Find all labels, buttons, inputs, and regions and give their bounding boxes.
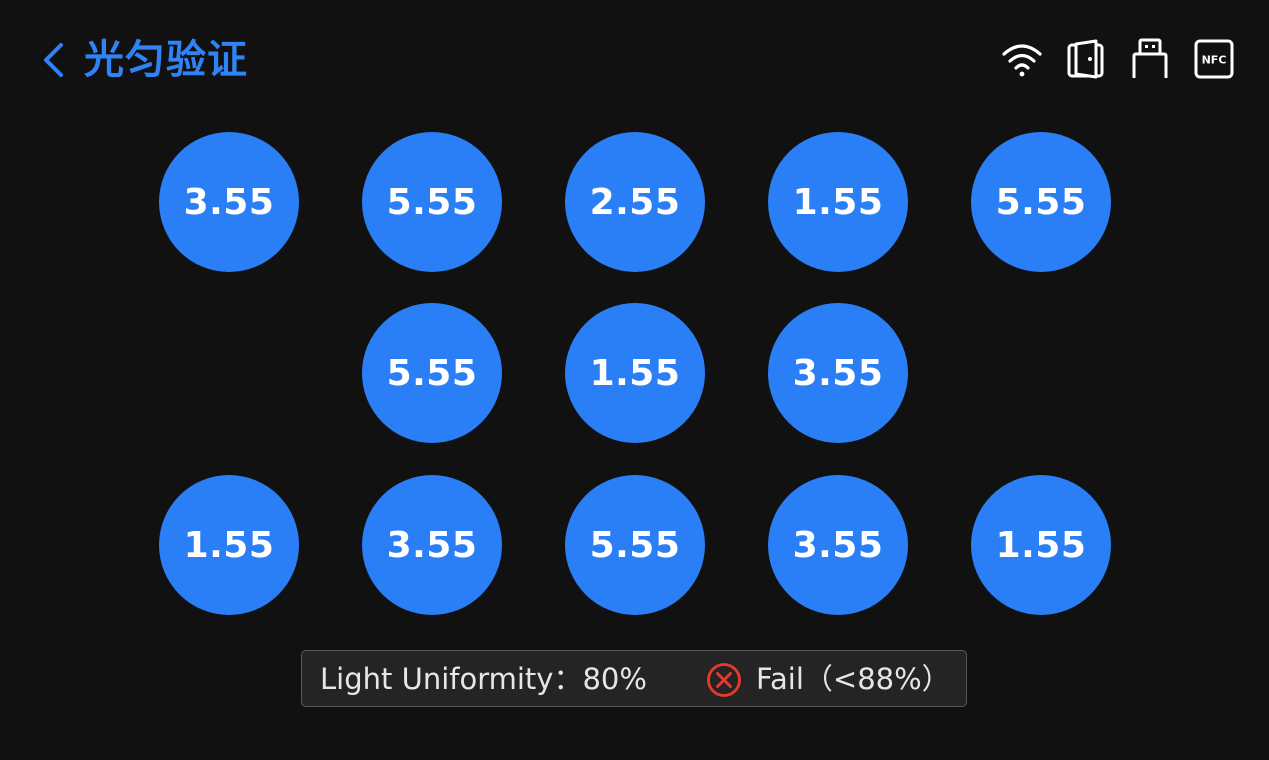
measurement-cell: 3.55	[362, 475, 502, 615]
fail-status-text: Fail（<88%）	[756, 662, 951, 696]
measurement-value: 5.55	[386, 181, 478, 223]
measurement-cell: 3.55	[159, 132, 299, 272]
measurement-cell: 3.55	[768, 303, 908, 443]
measurement-value: 5.55	[995, 181, 1087, 223]
measurement-cell: 2.55	[565, 132, 705, 272]
measurement-value: 3.55	[792, 352, 884, 394]
measurement-value: 1.55	[995, 524, 1087, 566]
result-status: Fail（<88%）	[706, 651, 951, 708]
fail-circle-x-icon	[707, 662, 741, 697]
measurement-value: 5.55	[386, 352, 478, 394]
measurement-value: 3.55	[386, 524, 478, 566]
measurement-cell: 3.55	[768, 475, 908, 615]
measurement-value: 1.55	[183, 524, 275, 566]
measurement-cell: 1.55	[565, 303, 705, 443]
measurement-cell: 5.55	[362, 132, 502, 272]
measurement-cell: 5.55	[565, 475, 705, 615]
measurement-value: 5.55	[589, 524, 681, 566]
measurement-cell: 5.55	[362, 303, 502, 443]
measurement-cell: 1.55	[159, 475, 299, 615]
measurement-cell: 5.55	[971, 132, 1111, 272]
measurement-value: 3.55	[183, 181, 275, 223]
measurement-value: 1.55	[589, 352, 681, 394]
measurement-value: 2.55	[589, 181, 681, 223]
result-panel: Light Uniformity：80% Fail（<88%）	[301, 650, 967, 707]
measurement-value: 1.55	[792, 181, 884, 223]
measurement-cell: 1.55	[768, 132, 908, 272]
uniformity-grid: 3.55 5.55 2.55 1.55 5.55 5.55 1.55 3.55 …	[0, 0, 1269, 640]
uniformity-label: Light Uniformity：80%	[320, 662, 647, 696]
light-uniformity-screen: 光匀验证 NFC 3.55 5.55 2.55 1.55 5.55 5.55 1…	[0, 0, 1269, 760]
measurement-value: 3.55	[792, 524, 884, 566]
measurement-cell: 1.55	[971, 475, 1111, 615]
